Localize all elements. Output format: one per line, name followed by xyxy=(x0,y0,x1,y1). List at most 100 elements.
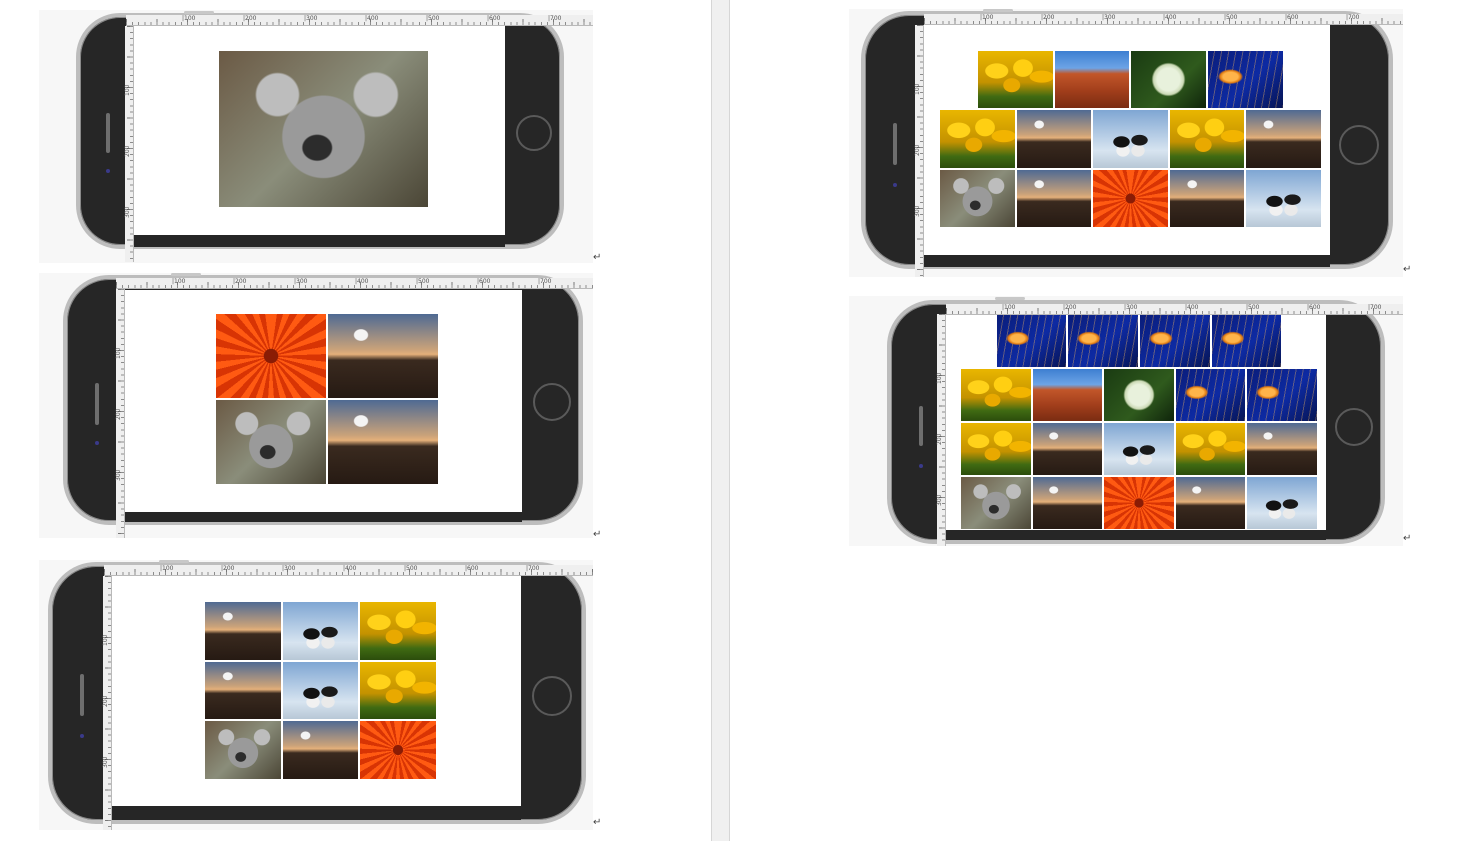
bottom-bar xyxy=(112,806,521,820)
tulips-photo xyxy=(961,423,1031,475)
phone-mockup-2: |100 |200 |300 |400 |500 |600 |700 100 200 300 ↵ xyxy=(39,273,601,540)
koala-photo xyxy=(219,51,428,207)
lighthouse-photo xyxy=(1016,169,1092,227)
ruler-label: 300 xyxy=(914,205,921,217)
ruler-label: 100 xyxy=(115,347,122,359)
return-arrow-icon: ↵ xyxy=(1403,264,1412,275)
koala-photo xyxy=(940,169,1015,227)
lighthouse-photo xyxy=(205,602,281,660)
ruler-label: |600 xyxy=(487,15,501,22)
ruler-label: 300 xyxy=(936,494,943,506)
bottom-bar xyxy=(924,255,1330,267)
koala-photo xyxy=(205,721,281,779)
ruler-label: 200 xyxy=(115,408,122,420)
photo-grid xyxy=(219,51,428,207)
phone-mockup-3: |100 |200 |300 |400 |500 |600 |700 100 200 300 ↵ xyxy=(39,560,601,830)
ruler-label: |500 xyxy=(426,15,440,22)
home-button-icon[interactable] xyxy=(533,383,571,421)
vertical-ruler: 100 200 300 xyxy=(124,26,134,262)
phone-screen xyxy=(125,290,522,512)
lighthouse-photo xyxy=(1016,110,1092,168)
home-button-icon[interactable] xyxy=(1339,125,1379,165)
ruler-label: 100 xyxy=(936,372,943,384)
horizontal-ruler: |100 |200 |300 |400 |500 |600 |700 xyxy=(116,278,593,289)
koala-photo xyxy=(961,477,1031,529)
ruler-label: |500 xyxy=(416,278,430,285)
jelly-photo xyxy=(1247,369,1317,421)
photo-grid xyxy=(961,315,1317,529)
bottom-bar xyxy=(946,530,1326,540)
penguins-photo xyxy=(1246,169,1321,227)
ruler-label: 200 xyxy=(102,695,109,707)
ruler-label: |100 xyxy=(172,278,186,285)
tulips-photo xyxy=(961,369,1031,421)
tulips-photo xyxy=(940,110,1015,168)
vertical-ruler: 100 200 300 xyxy=(115,289,125,538)
phone-mockup-4: |100 |200 |300 |400 |500 |600 |700 100 200 300 ↵ xyxy=(849,9,1411,277)
camera-icon xyxy=(919,464,923,468)
home-button-icon[interactable] xyxy=(516,115,552,151)
lighthouse-photo xyxy=(282,721,359,779)
flower-photo xyxy=(1104,477,1174,529)
ruler-label: |300 xyxy=(304,15,318,22)
tulips-photo xyxy=(978,51,1053,109)
ruler-label: |200 xyxy=(243,15,257,22)
koala-photo xyxy=(216,400,326,484)
lighthouse-photo xyxy=(1246,110,1321,168)
penguins-photo xyxy=(1104,423,1174,475)
hydrangea-photo xyxy=(1131,51,1207,109)
ruler-label: 200 xyxy=(936,433,943,445)
tulips-photo xyxy=(1175,423,1246,475)
jelly-photo xyxy=(1211,315,1282,367)
ruler-label: |200 xyxy=(233,278,247,285)
phone-mockup-5: |100 |200 |300 |400 |500 |600 |700 100 200 300 ↵ xyxy=(849,296,1411,546)
jelly-photo xyxy=(1175,369,1246,421)
jelly-photo xyxy=(996,315,1067,367)
vertical-ruler: 100 200 300 xyxy=(102,576,112,830)
ruler-label: |700 xyxy=(548,15,562,22)
ruler-label: |300 xyxy=(282,565,296,572)
ruler-label: |400 xyxy=(365,15,379,22)
ruler-label: |500 xyxy=(404,565,418,572)
page-divider xyxy=(711,0,730,841)
ruler-label: |400 xyxy=(1163,14,1177,21)
phone-screen xyxy=(112,576,521,806)
ruler-label: 300 xyxy=(115,469,122,481)
return-arrow-icon: ↵ xyxy=(593,529,602,540)
home-button-icon[interactable] xyxy=(532,676,572,716)
horizontal-ruler: |100 |200 |300 |400 |500 |600 |700 xyxy=(104,565,593,576)
tulips-photo xyxy=(360,661,436,720)
photo-grid xyxy=(216,314,438,484)
ruler-label: |200 xyxy=(1041,14,1055,21)
vertical-ruler: 100 200 300 xyxy=(936,314,946,546)
speaker-slot-icon xyxy=(95,383,99,425)
ruler-label: |700 xyxy=(526,565,540,572)
ruler-label: |200 xyxy=(1063,304,1077,311)
ruler-label: 200 xyxy=(914,144,921,156)
phone-screen xyxy=(946,312,1326,530)
ruler-label: |100 xyxy=(182,15,196,22)
ruler-label: 300 xyxy=(102,756,109,768)
tulips-photo xyxy=(360,602,436,660)
flower-photo xyxy=(360,721,436,779)
ruler-label: 300 xyxy=(124,206,131,218)
jelly-photo xyxy=(1208,51,1283,109)
desert-photo xyxy=(1032,369,1103,421)
hydrangea-photo xyxy=(1104,369,1174,421)
camera-icon xyxy=(106,169,110,173)
volume-button xyxy=(171,273,201,276)
ruler-label: 200 xyxy=(124,145,131,157)
speaker-slot-icon xyxy=(919,406,923,446)
camera-icon xyxy=(95,441,99,445)
horizontal-ruler: |100 |200 |300 |400 |500 |600 |700 xyxy=(924,14,1403,25)
speaker-slot-icon xyxy=(893,123,897,165)
ruler-label: |400 xyxy=(1185,304,1199,311)
penguins-photo xyxy=(1093,110,1168,168)
ruler-label: |600 xyxy=(1285,14,1299,21)
ruler-label: |100 xyxy=(160,565,174,572)
return-arrow-icon: ↵ xyxy=(593,252,602,263)
flower-photo xyxy=(1093,169,1168,227)
home-button-icon[interactable] xyxy=(1335,408,1373,446)
ruler-label: |700 xyxy=(538,278,552,285)
horizontal-ruler: |100 |200 |300 |400 |500 |600 |700 xyxy=(946,304,1403,315)
